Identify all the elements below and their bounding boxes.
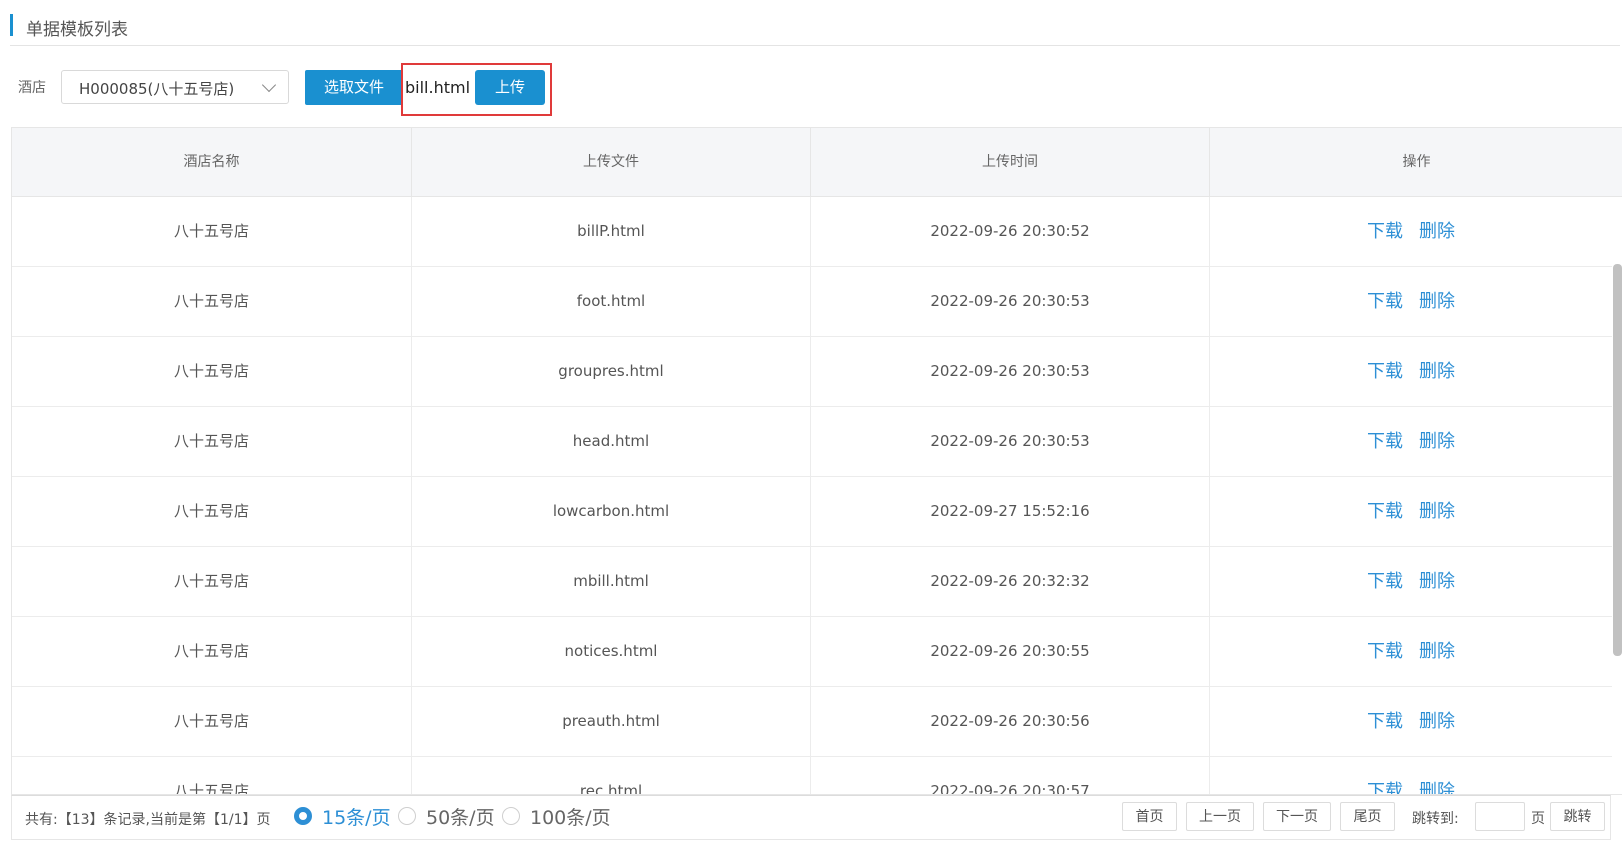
delete-link[interactable]: 删除 [1419, 711, 1455, 732]
chevron-down-icon [261, 77, 277, 93]
cell-file: billP.html [412, 197, 811, 266]
cell-actions: 下载 删除 [1210, 547, 1612, 616]
page-size-label-15[interactable]: 15条/页 [322, 803, 391, 830]
cell-hotel: 八十五号店 [12, 547, 412, 616]
download-link[interactable]: 下载 [1367, 781, 1403, 794]
first-page-button[interactable]: 首页 [1122, 802, 1177, 831]
record-summary: 共有:【13】条记录,当前是第【1/1】页 [25, 812, 271, 828]
table-row: 八十五号店 groupres.html 2022-09-26 20:30:53 … [12, 337, 1612, 407]
hotel-select[interactable]: H000085(八十五号店) [61, 70, 289, 104]
column-header-actions: 操作 [1402, 154, 1431, 170]
choose-file-button[interactable]: 选取文件 [305, 70, 403, 105]
cell-time: 2022-09-26 20:30:55 [811, 617, 1210, 686]
page-title: 单据模板列表 [26, 20, 128, 40]
delete-link[interactable]: 删除 [1419, 431, 1455, 452]
delete-link[interactable]: 删除 [1419, 291, 1455, 312]
next-page-button[interactable]: 下一页 [1263, 802, 1331, 831]
cell-actions: 下载 删除 [1210, 197, 1612, 266]
page-unit-label: 页 [1531, 811, 1545, 827]
highlight-annotation-box [401, 63, 552, 116]
download-link[interactable]: 下载 [1367, 221, 1403, 242]
cell-hotel: 八十五号店 [12, 407, 412, 476]
jump-to-label: 跳转到: [1412, 811, 1459, 827]
jump-button[interactable]: 跳转 [1550, 802, 1605, 831]
table-header: 酒店名称 上传文件 上传时间 操作 [12, 128, 1622, 197]
table-row: 八十五号店 foot.html 2022-09-26 20:30:53 下载 删除 [12, 267, 1612, 337]
table-row: 八十五号店 head.html 2022-09-26 20:30:53 下载 删除 [12, 407, 1612, 477]
table-body[interactable]: 八十五号店 billP.html 2022-09-26 20:30:52 下载删… [12, 197, 1622, 794]
cell-hotel: 八十五号店 [12, 617, 412, 686]
delete-link[interactable]: 删除 [1419, 641, 1455, 662]
column-header-time: 上传时间 [811, 128, 1210, 196]
cell-file: head.html [412, 407, 811, 476]
cell-file: groupres.html [412, 337, 811, 406]
cell-hotel: 八十五号店 [12, 337, 412, 406]
cell-actions: 下载 删除 [1210, 337, 1612, 406]
page-size-label-50[interactable]: 50条/页 [426, 803, 495, 830]
download-link[interactable]: 下载 [1367, 361, 1403, 382]
page-size-radio-50[interactable] [398, 807, 416, 825]
cell-time: 2022-09-26 20:30:53 [811, 407, 1210, 476]
download-link[interactable]: 下载 [1367, 431, 1403, 452]
table-scrollbar[interactable] [1613, 264, 1622, 656]
table-row: 八十五号店 preauth.html 2022-09-26 20:30:56 下… [12, 687, 1612, 757]
jump-page-input[interactable] [1475, 802, 1525, 831]
delete-link[interactable]: 删除 [1419, 571, 1455, 592]
cell-actions: 下载 删除 [1210, 617, 1612, 686]
pagination-bar: 共有:【13】条记录,当前是第【1/1】页 15条/页 50条/页 100条/页… [11, 795, 1611, 840]
cell-actions: 下载 删除 [1210, 757, 1612, 794]
download-link[interactable]: 下载 [1367, 711, 1403, 732]
page-size-label-100[interactable]: 100条/页 [530, 803, 611, 830]
download-link[interactable]: 下载 [1367, 291, 1403, 312]
cell-time: 2022-09-26 20:30:52 [811, 197, 1210, 266]
table-row: 八十五号店 lowcarbon.html 2022-09-27 15:52:16… [12, 477, 1612, 547]
cell-file: notices.html [412, 617, 811, 686]
delete-link[interactable]: 删除 [1419, 221, 1455, 242]
cell-time: 2022-09-26 20:30:57 [811, 757, 1210, 794]
cell-hotel: 八十五号店 [12, 687, 412, 756]
last-page-button[interactable]: 尾页 [1340, 802, 1395, 831]
cell-file: lowcarbon.html [412, 477, 811, 546]
hotel-label: 酒店 [18, 80, 46, 96]
cell-file: foot.html [412, 267, 811, 336]
column-header-hotel: 酒店名称 [12, 128, 412, 196]
cell-time: 2022-09-26 20:32:32 [811, 547, 1210, 616]
cell-actions: 下载 删除 [1210, 477, 1612, 546]
cell-actions: 下载 删除 [1210, 267, 1612, 336]
template-table: 酒店名称 上传文件 上传时间 操作 八十五号店 billP.html 2022-… [11, 127, 1622, 795]
cell-hotel: 八十五号店 [12, 477, 412, 546]
delete-link[interactable]: 删除 [1419, 501, 1455, 522]
download-link[interactable]: 下载 [1367, 501, 1403, 522]
column-header-file: 上传文件 [412, 128, 811, 196]
cell-time: 2022-09-26 20:30:56 [811, 687, 1210, 756]
cell-file: rec.html [412, 757, 811, 794]
page-header: 单据模板列表 [10, 12, 1620, 46]
hotel-select-value: H000085(八十五号店) [79, 80, 235, 98]
page-size-radio-15[interactable] [294, 807, 312, 825]
title-accent-bar [10, 14, 13, 36]
table-row: 八十五号店 rec.html 2022-09-26 20:30:57 下载 删除 [12, 757, 1612, 794]
download-link[interactable]: 下载 [1367, 571, 1403, 592]
table-row: 八十五号店 mbill.html 2022-09-26 20:32:32 下载删… [12, 547, 1612, 617]
prev-page-button[interactable]: 上一页 [1186, 802, 1254, 831]
cell-time: 2022-09-27 15:52:16 [811, 477, 1210, 546]
cell-time: 2022-09-26 20:30:53 [811, 337, 1210, 406]
cell-actions: 下载 删除 [1210, 407, 1612, 476]
table-row: 八十五号店 billP.html 2022-09-26 20:30:52 下载删… [12, 197, 1612, 267]
cell-actions: 下载 删除 [1210, 687, 1612, 756]
download-link[interactable]: 下载 [1367, 641, 1403, 662]
cell-file: preauth.html [412, 687, 811, 756]
cell-hotel: 八十五号店 [12, 197, 412, 266]
cell-time: 2022-09-26 20:30:53 [811, 267, 1210, 336]
cell-hotel: 八十五号店 [12, 757, 412, 794]
cell-file: mbill.html [412, 547, 811, 616]
delete-link[interactable]: 删除 [1419, 781, 1455, 794]
delete-link[interactable]: 删除 [1419, 361, 1455, 382]
page-size-radio-100[interactable] [502, 807, 520, 825]
table-row: 八十五号店 notices.html 2022-09-26 20:30:55 下… [12, 617, 1612, 687]
cell-hotel: 八十五号店 [12, 267, 412, 336]
